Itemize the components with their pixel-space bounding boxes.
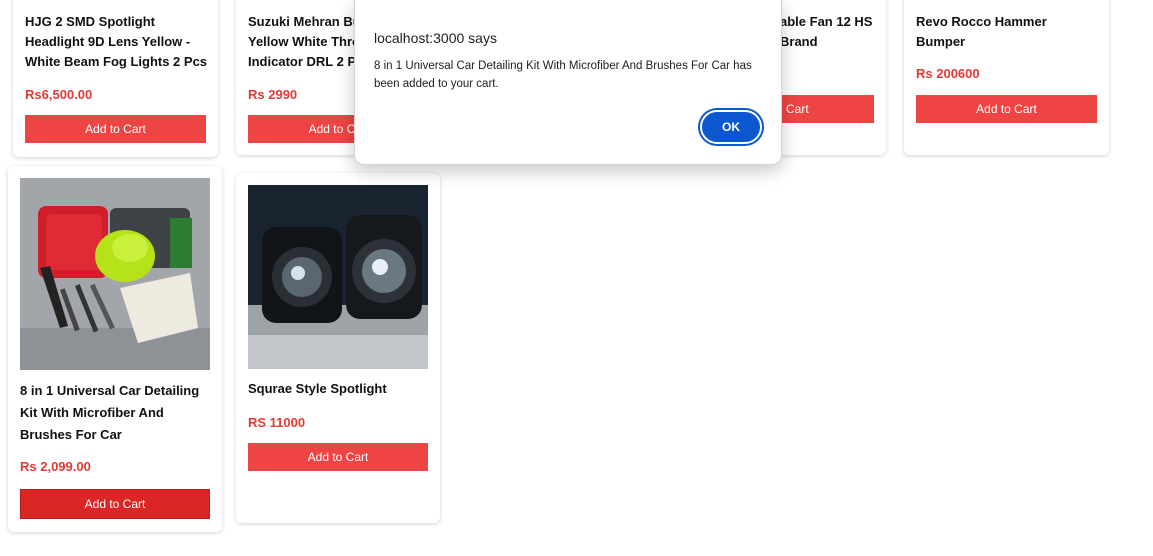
spotlight-illustration [248,185,428,369]
product-price: RS 11000 [248,415,306,430]
car-detailing-kit-illustration [20,178,210,370]
product-card: 8 in 1 Universal Car Detailing Kit With … [8,166,222,532]
product-title: Suzuki Mehran Bu Yellow White Thro Indic… [248,14,361,69]
product-title: Revo Rocco Hammer Bumper [916,14,1047,49]
product-price: Rs 200600 [916,66,980,81]
add-to-cart-button[interactable]: Add to Cart [25,115,206,143]
add-to-cart-button[interactable]: o Cart [772,95,874,123]
car-detailing-kit-image[interactable] [20,178,210,370]
spotlight-image[interactable] [248,185,428,369]
add-to-cart-button[interactable]: Add to Cart [20,489,210,519]
product-card: Revo Rocco Hammer Bumper Rs 200600 Add t… [904,0,1109,155]
product-card: Squrae Style Spotlight RS 11000 Add to C… [236,173,440,523]
product-price: Rs6,500.00 [25,87,93,102]
product-title: 8 in 1 Universal Car Detailing Kit With … [20,383,200,442]
add-to-cart-button[interactable]: Add to Cart [916,95,1097,123]
product-price: Rs 2,099.00 [20,459,91,474]
add-to-cart-button[interactable]: Add to Ca [248,115,368,143]
dialog-title: localhost:3000 says [374,30,497,46]
ok-button[interactable]: OK [700,110,762,144]
product-title: Squrae Style Spotlight [248,381,387,396]
add-to-cart-button[interactable]: Add to Cart [248,443,428,471]
product-title: HJG 2 SMD Spotlight Headlight 9D Lens Ye… [25,14,208,69]
alert-dialog: localhost:3000 says 8 in 1 Universal Car… [354,0,782,165]
dialog-message: 8 in 1 Universal Car Detailing Kit With … [374,60,752,90]
product-title: able Fan 12 HS Brand [780,14,873,49]
product-price: Rs 2990 [248,87,298,102]
product-card: HJG 2 SMD Spotlight Headlight 9D Lens Ye… [13,0,218,157]
